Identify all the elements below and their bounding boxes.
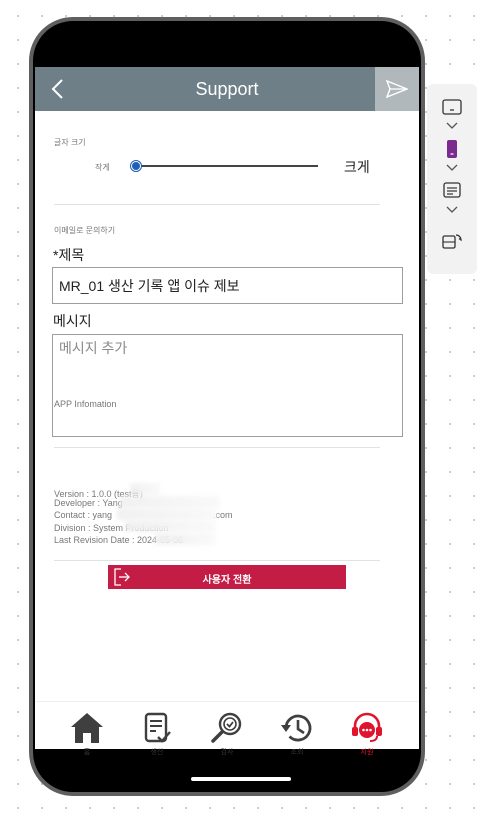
subject-input[interactable]: MR_01 생산 기록 앱 이슈 제보 [52,267,403,304]
chevron-down-icon[interactable] [446,206,458,214]
phone-frame: Support 글자 크기 작게 크게 이메일로 문의하기 *제목 MR_01 … [29,17,425,796]
nav-item-production[interactable]: 생산 [132,710,182,762]
inspect-magnifier-icon [211,712,242,743]
bottom-navigation: 홈 생산 검사 조회 지원 [35,701,419,756]
chevron-down-icon[interactable] [446,122,458,130]
send-button[interactable] [375,67,419,111]
app-screen: Support 글자 크기 작게 크게 이메일로 문의하기 *제목 MR_01 … [35,67,419,756]
font-size-large-label: 크게 [344,159,370,175]
home-indicator [191,777,291,781]
nav-item-history[interactable]: 조회 [272,710,322,762]
tablet-landscape-icon[interactable] [441,96,463,118]
chevron-down-icon[interactable] [446,164,458,172]
redaction-blur [130,483,160,495]
history-icon [281,714,312,742]
redaction-blur [125,520,215,532]
divider [54,204,380,205]
font-size-small-label: 작게 [95,163,110,172]
redaction-blur [120,496,220,508]
nav-item-home[interactable]: 홈 [62,710,112,762]
subject-label: *제목 [53,247,85,263]
nav-label: 조회 [290,749,304,756]
nav-label: 홈 [83,749,91,756]
clipboard-check-icon [144,712,171,743]
font-size-section-label: 글자 크기 [54,138,86,147]
screen-layout-icon[interactable] [441,180,463,202]
nav-label: 지원 [360,749,374,756]
app-bar: Support [35,67,419,111]
phone-portrait-icon[interactable] [441,138,463,160]
page-title: Support [195,79,259,99]
divider [54,447,380,448]
switch-user-button[interactable]: 사용자 전환 [108,565,346,589]
device-toolbar [427,84,477,274]
redaction-blur [155,533,215,545]
app-developer: Developer : Yang [54,498,123,508]
divider [54,560,380,561]
home-icon [71,713,103,743]
nav-item-inspection[interactable]: 검사 [202,710,252,762]
rotate-device-icon[interactable] [441,230,463,252]
nav-label: 검사 [220,749,234,756]
message-label: 메시지 [53,313,92,329]
email-inquiry-section-label: 이메일로 문의하기 [54,226,116,235]
nav-item-support[interactable]: 지원 [342,710,392,762]
app-contact: Contact : yang [54,510,113,520]
support-headset-icon [352,712,382,742]
switch-user-label: 사용자 전환 [202,575,252,586]
font-size-slider-thumb[interactable] [131,161,141,171]
send-icon [386,80,408,98]
nav-label: 생산 [150,749,164,756]
redaction-blur [117,508,217,520]
message-textarea[interactable]: 메시지 추가 [52,334,403,437]
font-size-slider[interactable] [132,165,318,167]
app-info-title: APP Infomation [54,399,117,409]
